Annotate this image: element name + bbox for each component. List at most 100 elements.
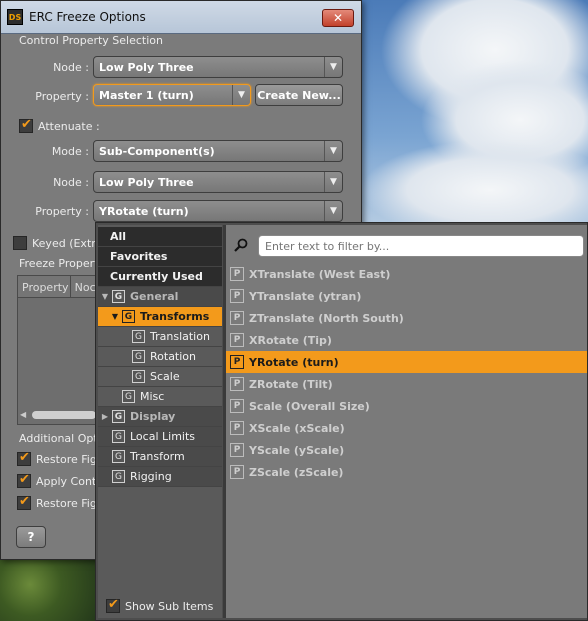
node-select[interactable]: Low Poly Three ▼ [93, 56, 343, 78]
collapse-arrow-icon[interactable]: ▶ [100, 412, 110, 421]
group-icon: G [122, 390, 135, 403]
mode-select-value: Sub-Component(s) [99, 144, 215, 158]
close-button[interactable]: ✕ [322, 9, 354, 27]
property-item[interactable]: P Scale (Overall Size) [226, 395, 587, 417]
tree-item-general[interactable]: ▼ G General [98, 287, 222, 307]
property-item-label: YRotate (turn) [249, 355, 339, 369]
show-sub-items-checkbox[interactable] [106, 597, 120, 613]
restore-figure-2-checkbox[interactable] [17, 494, 31, 510]
tree-item-transform[interactable]: G Transform [98, 447, 222, 467]
property-icon: P [230, 443, 244, 457]
property-icon: P [230, 377, 244, 391]
tree-item-currently-used[interactable]: Currently Used [98, 267, 222, 287]
property-item-selected[interactable]: P YRotate (turn) [226, 351, 587, 373]
property-select-value: Master 1 (turn) [99, 88, 194, 102]
property-item[interactable]: P ZScale (zScale) [226, 461, 587, 483]
tree-item-label: Favorites [110, 250, 168, 263]
restore-figure-1-checkbox[interactable] [17, 450, 31, 466]
filter-input[interactable] [258, 235, 584, 257]
property-icon: P [230, 333, 244, 347]
horizontal-scrollbar[interactable]: ◀ [20, 410, 96, 420]
tree-item-label: General [130, 290, 179, 303]
restore-figure-1-label: Restore Figu [36, 453, 104, 466]
freeze-properties-table[interactable]: Property Noc ◀ [17, 275, 99, 425]
property-label: Property : [35, 90, 89, 103]
property-item-label: ZScale (zScale) [249, 465, 344, 479]
group-icon: G [112, 430, 125, 443]
tree-item-translation[interactable]: G Translation [98, 327, 222, 347]
tree-item-rigging[interactable]: G Rigging [98, 467, 222, 487]
group-icon: G [112, 470, 125, 483]
expand-arrow-icon[interactable]: ▼ [100, 292, 110, 301]
property-select[interactable]: Master 1 (turn) ▼ [93, 84, 251, 106]
category-tree[interactable]: All Favorites Currently Used ▼ G General… [98, 225, 222, 618]
tree-item-label: Misc [140, 390, 165, 403]
property-item[interactable]: P XRotate (Tip) [226, 329, 587, 351]
tree-item-scale[interactable]: G Scale [98, 367, 222, 387]
property-item[interactable]: P YTranslate (ytran) [226, 285, 587, 307]
property-item-label: XScale (xScale) [249, 421, 345, 435]
tree-item-label: Rotation [150, 350, 197, 363]
tree-item-display[interactable]: ▶ G Display [98, 407, 222, 427]
property-icon: P [230, 399, 244, 413]
attenuate-label: Attenuate : [38, 120, 100, 133]
group-icon: G [112, 410, 125, 423]
mode-select[interactable]: Sub-Component(s) ▼ [93, 140, 343, 162]
property-item-label: ZTranslate (North South) [249, 311, 404, 325]
show-sub-items-label: Show Sub Items [125, 600, 214, 613]
mode-label: Mode : [51, 145, 89, 158]
property-icon: P [230, 267, 244, 281]
group-icon: G [132, 370, 145, 383]
property-item[interactable]: P XScale (xScale) [226, 417, 587, 439]
node2-label: Node : [53, 176, 89, 189]
search-icon [234, 238, 248, 252]
chevron-down-icon: ▼ [324, 201, 342, 221]
create-new-button[interactable]: Create New... [255, 84, 343, 106]
property-item[interactable]: P XTranslate (West East) [226, 263, 587, 285]
tree-item-rotation[interactable]: G Rotation [98, 347, 222, 367]
tree-item-label: Display [130, 410, 176, 423]
table-header: Property Noc [18, 276, 98, 298]
scrollbar-thumb[interactable] [32, 411, 96, 419]
node2-select[interactable]: Low Poly Three ▼ [93, 171, 343, 193]
attenuate-checkbox[interactable] [19, 117, 33, 133]
group-icon: G [112, 450, 125, 463]
expand-arrow-icon[interactable]: ▼ [110, 312, 120, 321]
app-icon: DS [7, 9, 23, 25]
group-icon: G [122, 310, 135, 323]
help-button[interactable]: ? [16, 526, 46, 548]
chevron-down-icon: ▼ [232, 85, 250, 105]
column-header-property[interactable]: Property [18, 276, 71, 297]
tree-item-local-limits[interactable]: G Local Limits [98, 427, 222, 447]
tree-item-transforms[interactable]: ▼ G Transforms [98, 307, 222, 327]
restore-figure-2-label: Restore Figu [36, 497, 104, 510]
node2-select-value: Low Poly Three [99, 175, 194, 189]
whats-this-icon: ? [27, 530, 35, 544]
title-bar[interactable]: DS ERC Freeze Options [1, 1, 361, 34]
scroll-left-icon[interactable]: ◀ [20, 410, 26, 419]
property-icon: P [230, 355, 244, 369]
tree-item-label: Scale [150, 370, 180, 383]
property-item-label: XRotate (Tip) [249, 333, 332, 347]
chevron-down-icon: ▼ [324, 57, 342, 77]
property-item[interactable]: P ZTranslate (North South) [226, 307, 587, 329]
property-icon: P [230, 289, 244, 303]
column-header-node[interactable]: Noc [71, 276, 98, 297]
tree-item-misc[interactable]: G Misc [98, 387, 222, 407]
tree-item-label: Local Limits [130, 430, 196, 443]
keyed-checkbox[interactable] [13, 236, 27, 250]
property-item[interactable]: P YScale (yScale) [226, 439, 587, 461]
tree-item-label: Transforms [140, 310, 210, 323]
property-list-pane: P XTranslate (West East) P YTranslate (y… [226, 225, 587, 618]
apply-control-checkbox[interactable] [17, 472, 31, 488]
property-item-label: Scale (Overall Size) [249, 399, 370, 413]
group-icon: G [112, 290, 125, 303]
tree-item-label: All [110, 230, 127, 243]
property2-select[interactable]: YRotate (turn) ▼ [93, 200, 343, 222]
property-item[interactable]: P ZRotate (Tilt) [226, 373, 587, 395]
tree-item-favorites[interactable]: Favorites [98, 247, 222, 267]
tree-item-all[interactable]: All [98, 227, 222, 247]
property2-select-value: YRotate (turn) [99, 204, 189, 218]
property-item-label: YScale (yScale) [249, 443, 345, 457]
tree-item-label: Currently Used [110, 270, 203, 283]
